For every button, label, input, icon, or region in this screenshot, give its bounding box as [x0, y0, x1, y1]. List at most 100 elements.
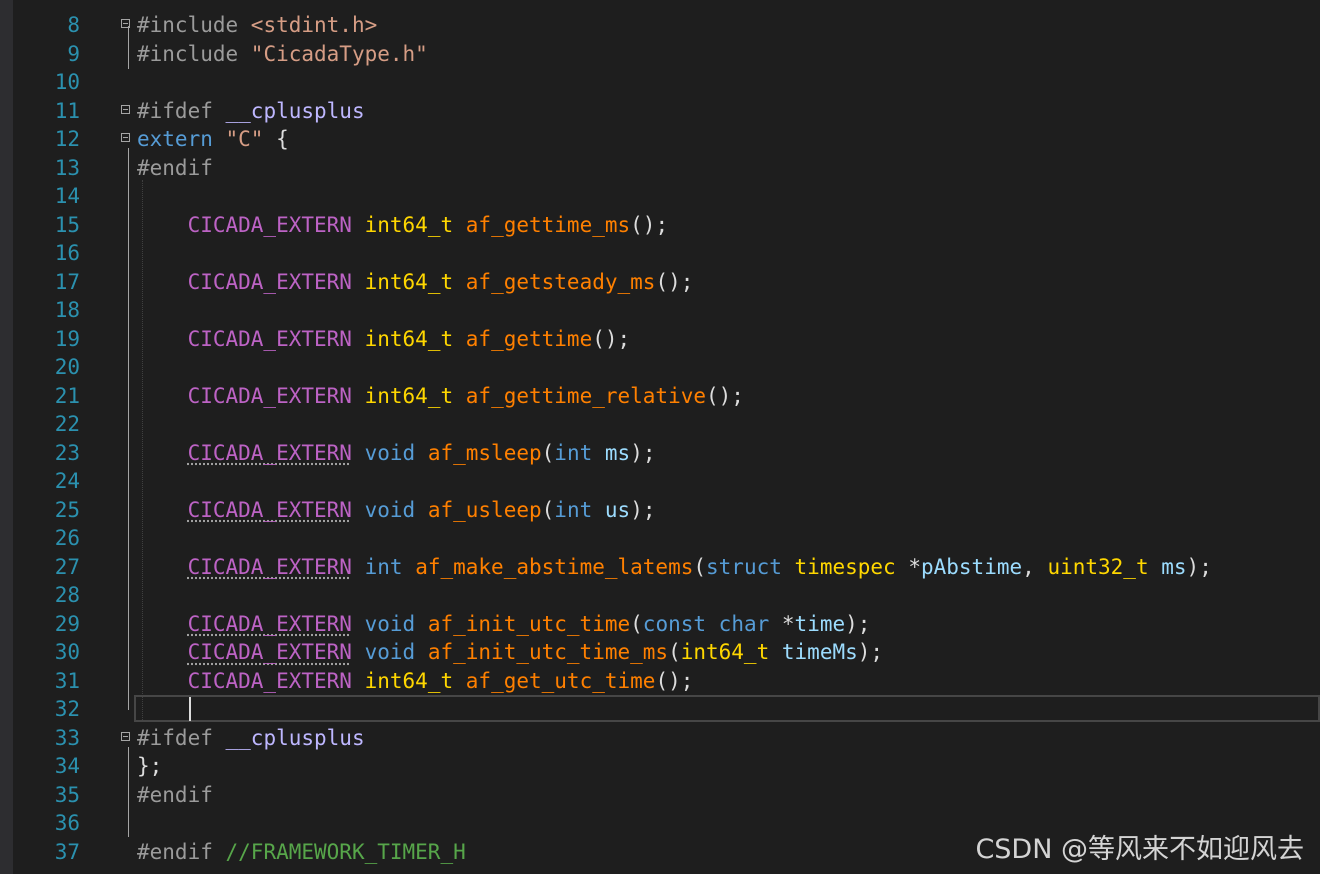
code-line[interactable]: 10: [0, 68, 1320, 97]
code-token: af_gettime_ms: [465, 212, 631, 237]
code-line[interactable]: 32: [0, 695, 1320, 724]
line-number: 9: [67, 41, 80, 66]
line-number: 30: [54, 640, 80, 664]
code-text: };: [137, 752, 162, 781]
code-token: int64_t: [364, 668, 454, 693]
line-number: 13: [54, 155, 80, 180]
line-number: 15: [54, 212, 80, 237]
code-line[interactable]: 11 #ifdef __cplusplus: [0, 97, 1320, 126]
collapse-icon[interactable]: [121, 104, 130, 114]
code-line[interactable]: 30 CICADA_EXTERN void af_init_utc_time_m…: [0, 638, 1320, 667]
code-text: CICADA_EXTERN int64_t af_gettime();: [137, 325, 631, 354]
code-line[interactable]: 17 CICADA_EXTERN int64_t af_getsteady_ms…: [0, 268, 1320, 297]
line-number: 16: [54, 241, 80, 265]
code-token: ();: [630, 212, 669, 237]
line-number: 10: [54, 70, 80, 94]
code-token: CICADA_EXTERN: [187, 554, 352, 579]
code-line[interactable]: 22: [0, 410, 1320, 439]
code-line[interactable]: 21 CICADA_EXTERN int64_t af_gettime_rela…: [0, 382, 1320, 411]
code-line[interactable]: 31 CICADA_EXTERN int64_t af_get_utc_time…: [0, 667, 1320, 696]
code-token: //FRAMEWORK_TIMER_H: [225, 839, 466, 864]
code-token: af_make_abstime_latems: [415, 554, 694, 579]
code-line[interactable]: 14: [0, 182, 1320, 211]
code-token: af_init_utc_time_ms: [427, 640, 669, 664]
code-line[interactable]: 9 #include "CicadaType.h": [0, 40, 1320, 69]
code-line[interactable]: 16: [0, 239, 1320, 268]
code-token: );: [1186, 554, 1212, 579]
code-token: ,: [1022, 554, 1048, 579]
code-token: <stdint.h>: [250, 13, 378, 37]
code-token: af_get_utc_time: [465, 668, 656, 693]
code-line[interactable]: 33 #ifdef __cplusplus: [0, 724, 1320, 753]
code-line[interactable]: 29 CICADA_EXTERN void af_init_utc_time(c…: [0, 610, 1320, 639]
code-token: CICADA_EXTERN: [187, 668, 352, 693]
code-token: (: [541, 440, 555, 465]
code-text: CICADA_EXTERN void af_usleep(int us);: [137, 496, 656, 525]
code-text: CICADA_EXTERN int64_t af_get_utc_time();: [137, 667, 694, 696]
code-line[interactable]: 28: [0, 581, 1320, 610]
code-token: int: [364, 554, 403, 579]
code-token: uint32_t: [1047, 554, 1149, 579]
line-number: 33: [54, 725, 80, 750]
code-text: CICADA_EXTERN int64_t af_gettime_relativ…: [137, 382, 744, 411]
code-line[interactable]: 20: [0, 353, 1320, 382]
line-number: 11: [54, 98, 80, 123]
line-number: 35: [54, 782, 80, 807]
line-number: 20: [54, 355, 80, 379]
code-token: );: [630, 440, 656, 465]
code-line[interactable]: 19 CICADA_EXTERN int64_t af_gettime();: [0, 325, 1320, 354]
code-token: CICADA_EXTERN: [187, 383, 352, 408]
code-token: timeMs: [781, 640, 858, 664]
code-line[interactable]: 35 #endif: [0, 781, 1320, 810]
code-line[interactable]: 27 CICADA_EXTERN int af_make_abstime_lat…: [0, 553, 1320, 582]
code-line[interactable]: 24: [0, 467, 1320, 496]
line-number: 26: [54, 526, 80, 550]
code-token: CICADA_EXTERN: [187, 497, 352, 522]
code-token: int: [554, 497, 593, 522]
line-number: 37: [54, 839, 80, 864]
collapse-icon[interactable]: [121, 19, 130, 28]
code-line[interactable]: 23 CICADA_EXTERN void af_msleep(int ms);: [0, 439, 1320, 468]
line-number: 23: [54, 440, 80, 465]
line-number: 17: [54, 269, 80, 294]
code-token: const: [642, 611, 707, 636]
code-token: __cplusplus: [225, 725, 365, 750]
code-line[interactable]: 18: [0, 296, 1320, 325]
collapse-icon[interactable]: [121, 731, 130, 741]
code-token: );: [845, 611, 871, 636]
code-line[interactable]: 15 CICADA_EXTERN int64_t af_gettime_ms()…: [0, 211, 1320, 240]
code-token: ms: [1161, 554, 1187, 579]
code-line[interactable]: 12 extern "C" {: [0, 125, 1320, 154]
code-editor[interactable]: 8 #include <stdint.h> 9 #include "CicadaTyp…: [0, 0, 1320, 874]
collapse-icon[interactable]: [121, 133, 130, 142]
code-token: *: [895, 554, 921, 579]
code-line[interactable]: 26: [0, 524, 1320, 553]
code-line[interactable]: 8 #include <stdint.h>: [0, 11, 1320, 40]
code-text: CICADA_EXTERN void af_init_utc_time(cons…: [137, 610, 871, 639]
code-line[interactable]: 34};: [0, 752, 1320, 781]
line-number: 32: [54, 697, 80, 721]
code-line[interactable]: 25 CICADA_EXTERN void af_usleep(int us);: [0, 496, 1320, 525]
code-token: af_getsteady_ms: [465, 269, 656, 294]
line-number: 14: [54, 184, 80, 208]
code-text: CICADA_EXTERN int64_t af_gettime_ms();: [137, 211, 669, 240]
code-token: #ifdef: [137, 725, 226, 750]
code-line[interactable]: 13 #endif: [0, 154, 1320, 183]
code-token: char: [718, 611, 770, 636]
code-token: (: [541, 497, 555, 522]
code-token: #endif: [137, 155, 213, 180]
